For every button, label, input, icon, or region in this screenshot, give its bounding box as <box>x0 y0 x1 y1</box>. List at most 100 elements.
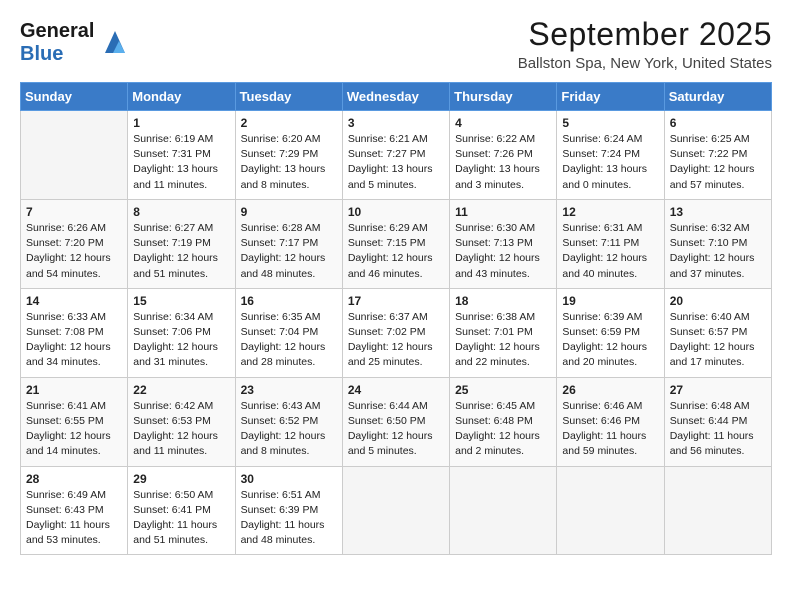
day-cell: 15 Sunrise: 6:34 AMSunset: 7:06 PMDayligh… <box>128 288 235 377</box>
day-info: Sunrise: 6:33 AMSunset: 7:08 PMDaylight:… <box>26 310 122 371</box>
day-info: Sunrise: 6:39 AMSunset: 6:59 PMDaylight:… <box>562 310 658 371</box>
day-info: Sunrise: 6:48 AMSunset: 6:44 PMDaylight:… <box>670 399 766 460</box>
day-cell: 23 Sunrise: 6:43 AMSunset: 6:52 PMDayligh… <box>235 377 342 466</box>
day-info: Sunrise: 6:43 AMSunset: 6:52 PMDaylight:… <box>241 399 337 460</box>
day-info: Sunrise: 6:26 AMSunset: 7:20 PMDaylight:… <box>26 221 122 282</box>
day-cell: 29 Sunrise: 6:50 AMSunset: 6:41 PMDayligh… <box>128 466 235 555</box>
day-cell: 3 Sunrise: 6:21 AMSunset: 7:27 PMDaylight… <box>342 111 449 200</box>
day-cell: 2 Sunrise: 6:20 AMSunset: 7:29 PMDaylight… <box>235 111 342 200</box>
week-row-5: 28Sunrise: 6:49 AMSunset: 6:43 PMDayligh… <box>21 466 772 555</box>
week-row-2: 7Sunrise: 6:26 AMSunset: 7:20 PMDaylight… <box>21 199 772 288</box>
day-cell: 12 Sunrise: 6:31 AMSunset: 7:11 PMDayligh… <box>557 199 664 288</box>
day-number: 9 <box>241 205 337 219</box>
col-friday: Friday <box>557 83 664 111</box>
day-number: 5 <box>562 116 658 130</box>
day-cell <box>342 466 449 555</box>
day-info: Sunrise: 6:24 AMSunset: 7:24 PMDaylight:… <box>562 132 658 193</box>
day-number: 4 <box>455 116 551 130</box>
day-cell: 19 Sunrise: 6:39 AMSunset: 6:59 PMDayligh… <box>557 288 664 377</box>
day-number: 27 <box>670 383 766 397</box>
day-number: 8 <box>133 205 229 219</box>
day-info: Sunrise: 6:40 AMSunset: 6:57 PMDaylight:… <box>670 310 766 371</box>
day-number: 1 <box>133 116 229 130</box>
day-info: Sunrise: 6:22 AMSunset: 7:26 PMDaylight:… <box>455 132 551 193</box>
logo-icon <box>97 25 133 61</box>
day-number: 10 <box>348 205 444 219</box>
day-info: Sunrise: 6:32 AMSunset: 7:10 PMDaylight:… <box>670 221 766 282</box>
day-info: Sunrise: 6:29 AMSunset: 7:15 PMDaylight:… <box>348 221 444 282</box>
week-row-3: 14 Sunrise: 6:33 AMSunset: 7:08 PMDayligh… <box>21 288 772 377</box>
day-info: Sunrise: 6:44 AMSunset: 6:50 PMDaylight:… <box>348 399 444 460</box>
day-number: 29 <box>133 472 229 486</box>
day-number: 6 <box>670 116 766 130</box>
location: Ballston Spa, New York, United States <box>518 55 772 72</box>
day-number: 12 <box>562 205 658 219</box>
page-container: General Blue September 2025 Ballston Spa… <box>0 0 792 571</box>
col-wednesday: Wednesday <box>342 83 449 111</box>
day-info: Sunrise: 6:41 AMSunset: 6:55 PMDaylight:… <box>26 399 122 460</box>
day-info: Sunrise: 6:45 AMSunset: 6:48 PMDaylight:… <box>455 399 551 460</box>
day-number: 3 <box>348 116 444 130</box>
logo-general: General <box>20 20 94 43</box>
col-thursday: Thursday <box>450 83 557 111</box>
col-saturday: Saturday <box>664 83 771 111</box>
day-info: Sunrise: 6:37 AMSunset: 7:02 PMDaylight:… <box>348 310 444 371</box>
day-info: Sunrise: 6:50 AMSunset: 6:41 PMDaylight:… <box>133 488 229 549</box>
day-cell: 14 Sunrise: 6:33 AMSunset: 7:08 PMDayligh… <box>21 288 128 377</box>
day-cell: 20 Sunrise: 6:40 AMSunset: 6:57 PMDayligh… <box>664 288 771 377</box>
day-number: 23 <box>241 383 337 397</box>
day-number: 14 <box>26 294 122 308</box>
day-cell: 13 Sunrise: 6:32 AMSunset: 7:10 PMDayligh… <box>664 199 771 288</box>
day-info: Sunrise: 6:31 AMSunset: 7:11 PMDaylight:… <box>562 221 658 282</box>
day-cell: 4 Sunrise: 6:22 AMSunset: 7:26 PMDaylight… <box>450 111 557 200</box>
day-info: Sunrise: 6:38 AMSunset: 7:01 PMDaylight:… <box>455 310 551 371</box>
calendar-table: Sunday Monday Tuesday Wednesday Thursday… <box>20 82 772 555</box>
day-cell: 1 Sunrise: 6:19 AMSunset: 7:31 PMDaylight… <box>128 111 235 200</box>
day-cell: 7Sunrise: 6:26 AMSunset: 7:20 PMDaylight… <box>21 199 128 288</box>
day-number: 21 <box>26 383 122 397</box>
day-number: 24 <box>348 383 444 397</box>
day-number: 15 <box>133 294 229 308</box>
day-cell: 9 Sunrise: 6:28 AMSunset: 7:17 PMDaylight… <box>235 199 342 288</box>
day-number: 11 <box>455 205 551 219</box>
day-cell: 30Sunrise: 6:51 AMSunset: 6:39 PMDayligh… <box>235 466 342 555</box>
day-info: Sunrise: 6:46 AMSunset: 6:46 PMDaylight:… <box>562 399 658 460</box>
logo: General Blue <box>20 20 133 66</box>
day-cell <box>664 466 771 555</box>
day-number: 19 <box>562 294 658 308</box>
day-cell: 5 Sunrise: 6:24 AMSunset: 7:24 PMDaylight… <box>557 111 664 200</box>
day-cell: 21 Sunrise: 6:41 AMSunset: 6:55 PMDayligh… <box>21 377 128 466</box>
day-cell: 11 Sunrise: 6:30 AMSunset: 7:13 PMDayligh… <box>450 199 557 288</box>
day-info: Sunrise: 6:25 AMSunset: 7:22 PMDaylight:… <box>670 132 766 193</box>
day-number: 26 <box>562 383 658 397</box>
day-info: Sunrise: 6:30 AMSunset: 7:13 PMDaylight:… <box>455 221 551 282</box>
col-sunday: Sunday <box>21 83 128 111</box>
day-number: 22 <box>133 383 229 397</box>
day-cell: 17 Sunrise: 6:37 AMSunset: 7:02 PMDayligh… <box>342 288 449 377</box>
day-info: Sunrise: 6:35 AMSunset: 7:04 PMDaylight:… <box>241 310 337 371</box>
day-number: 30 <box>241 472 337 486</box>
day-cell: 8Sunrise: 6:27 AMSunset: 7:19 PMDaylight… <box>128 199 235 288</box>
day-cell: 18 Sunrise: 6:38 AMSunset: 7:01 PMDayligh… <box>450 288 557 377</box>
week-row-4: 21 Sunrise: 6:41 AMSunset: 6:55 PMDayligh… <box>21 377 772 466</box>
day-info: Sunrise: 6:28 AMSunset: 7:17 PMDaylight:… <box>241 221 337 282</box>
day-cell: 24 Sunrise: 6:44 AMSunset: 6:50 PMDayligh… <box>342 377 449 466</box>
day-cell: 10 Sunrise: 6:29 AMSunset: 7:15 PMDayligh… <box>342 199 449 288</box>
day-cell <box>557 466 664 555</box>
day-number: 20 <box>670 294 766 308</box>
day-cell: 25Sunrise: 6:45 AMSunset: 6:48 PMDayligh… <box>450 377 557 466</box>
day-cell <box>21 111 128 200</box>
day-number: 2 <box>241 116 337 130</box>
day-info: Sunrise: 6:34 AMSunset: 7:06 PMDaylight:… <box>133 310 229 371</box>
day-info: Sunrise: 6:20 AMSunset: 7:29 PMDaylight:… <box>241 132 337 193</box>
day-info: Sunrise: 6:49 AMSunset: 6:43 PMDaylight:… <box>26 488 122 549</box>
header-row: Sunday Monday Tuesday Wednesday Thursday… <box>21 83 772 111</box>
day-number: 13 <box>670 205 766 219</box>
day-number: 18 <box>455 294 551 308</box>
day-info: Sunrise: 6:19 AMSunset: 7:31 PMDaylight:… <box>133 132 229 193</box>
day-cell: 27 Sunrise: 6:48 AMSunset: 6:44 PMDayligh… <box>664 377 771 466</box>
day-cell: 6 Sunrise: 6:25 AMSunset: 7:22 PMDaylight… <box>664 111 771 200</box>
day-info: Sunrise: 6:21 AMSunset: 7:27 PMDaylight:… <box>348 132 444 193</box>
logo-blue: Blue <box>20 43 94 66</box>
day-number: 17 <box>348 294 444 308</box>
